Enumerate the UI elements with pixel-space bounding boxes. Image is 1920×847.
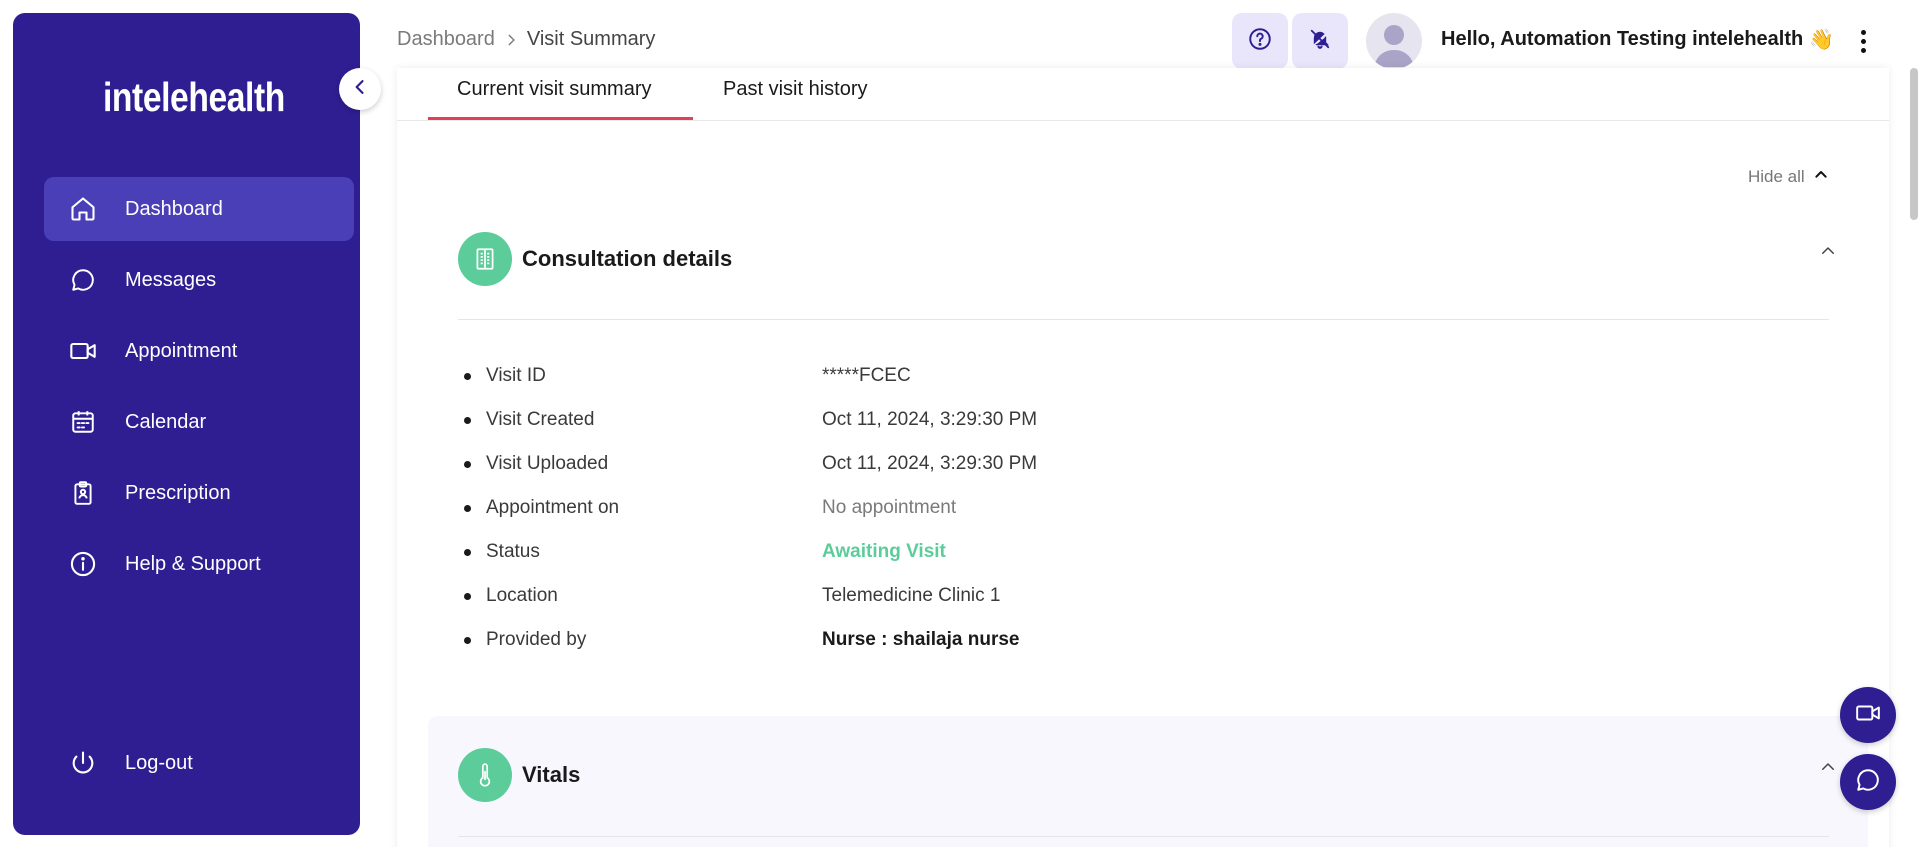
detail-row-visit-created: Visit Created Oct 11, 2024, 3:29:30 PM <box>464 398 1037 442</box>
sidebar-item-label: Help & Support <box>125 552 261 575</box>
chat-icon <box>68 265 98 295</box>
chat-button[interactable] <box>1840 754 1896 810</box>
breadcrumb: Dashboard Visit Summary <box>397 28 655 51</box>
video-call-button[interactable] <box>1840 687 1896 743</box>
thermometer-icon <box>458 748 512 802</box>
breadcrumb-dashboard-link[interactable]: Dashboard <box>397 28 495 51</box>
document-icon <box>458 232 512 286</box>
video-icon <box>68 336 98 366</box>
logout-button[interactable]: Log-out <box>44 732 354 794</box>
kebab-dot <box>1860 47 1866 53</box>
provided-by-value: Nurse : shailaja nurse <box>822 629 1020 650</box>
visit-created-value: Oct 11, 2024, 3:29:30 PM <box>822 409 1038 430</box>
bell-off-icon <box>1309 28 1331 55</box>
detail-row-provided-by: Provided by Nurse : shailaja nurse <box>464 618 1037 662</box>
chat-icon <box>1855 767 1881 798</box>
bullet <box>464 372 471 380</box>
vitals-collapse-toggle[interactable] <box>1817 758 1839 780</box>
sidebar-nav: Dashboard Messages Appointment Calendar … <box>44 177 354 603</box>
vitals-panel <box>428 716 1868 847</box>
visit-id-value: *****FCEC <box>822 365 911 386</box>
sidebar-item-label: Calendar <box>125 410 207 433</box>
detail-label: Visit ID <box>486 365 546 386</box>
collapse-sidebar-button[interactable] <box>339 68 381 110</box>
kebab-dot <box>1860 38 1866 44</box>
detail-row-location: Location Telemedicine Clinic 1 <box>464 574 1037 618</box>
sidebar: intelehealth Dashboard Messages Appointm… <box>13 13 360 835</box>
detail-label: Location <box>486 585 558 606</box>
visit-summary-card: Current visit summary Past visit history… <box>397 68 1889 847</box>
detail-label: Provided by <box>486 629 587 650</box>
video-icon <box>1855 700 1881 731</box>
bullet <box>464 504 471 512</box>
detail-row-status: Status Awaiting Visit <box>464 530 1037 574</box>
detail-label: Visit Created <box>486 409 595 430</box>
sidebar-item-label: Prescription <box>125 481 231 504</box>
chevron-left-icon <box>350 77 370 102</box>
sidebar-item-label: Appointment <box>125 339 238 362</box>
question-icon <box>1247 26 1273 57</box>
sidebar-item-prescription[interactable]: Prescription <box>44 461 354 525</box>
clipboard-icon <box>68 478 98 508</box>
more-options-button[interactable] <box>1850 26 1876 56</box>
sidebar-item-appointment[interactable]: Appointment <box>44 319 354 383</box>
visit-uploaded-value: Oct 11, 2024, 3:29:30 PM <box>822 453 1038 474</box>
detail-row-visit-uploaded: Visit Uploaded Oct 11, 2024, 3:29:30 PM <box>464 442 1037 486</box>
intelehealth-logo: intelehealth <box>103 74 285 120</box>
sidebar-item-help-support[interactable]: Help & Support <box>44 532 354 596</box>
bullet <box>464 460 471 468</box>
notifications-button[interactable] <box>1292 13 1348 69</box>
chevron-up-icon <box>1813 166 1829 187</box>
consultation-details-header[interactable]: Consultation details <box>458 232 732 286</box>
appointment-value: No appointment <box>822 497 957 518</box>
location-value: Telemedicine Clinic 1 <box>822 585 1001 606</box>
avatar[interactable] <box>1366 13 1422 69</box>
bullet <box>464 548 471 556</box>
sidebar-item-label: Messages <box>125 268 217 291</box>
user-greeting: Hello, Automation Testing intelehealth 👋 <box>1441 27 1834 52</box>
visit-tabs: Current visit summary Past visit history <box>397 68 1889 121</box>
active-tab-indicator <box>428 117 693 120</box>
section-divider <box>458 836 1829 837</box>
power-icon <box>68 748 98 778</box>
vitals-title: Vitals <box>522 762 581 787</box>
sidebar-item-dashboard[interactable]: Dashboard <box>44 177 354 241</box>
chevron-right-icon <box>504 33 518 47</box>
consultation-collapse-toggle[interactable] <box>1817 242 1839 264</box>
detail-row-appointment: Appointment on No appointment <box>464 486 1037 530</box>
kebab-dot <box>1860 29 1866 35</box>
detail-label: Appointment on <box>486 497 620 518</box>
consultation-details-title: Consultation details <box>522 246 733 271</box>
detail-label: Status <box>486 541 540 562</box>
bullet <box>464 416 471 424</box>
sidebar-item-messages[interactable]: Messages <box>44 248 354 312</box>
bullet <box>464 636 471 644</box>
vitals-header[interactable]: Vitals <box>458 748 580 802</box>
breadcrumb-current: Visit Summary <box>526 28 656 50</box>
logout-label: Log-out <box>125 751 193 774</box>
hide-all-label: Hide all <box>1748 166 1805 186</box>
page-scrollbar[interactable] <box>1910 68 1918 220</box>
chevron-up-icon <box>1819 758 1837 781</box>
tab-current-visit-summary[interactable]: Current visit summary <box>457 78 651 116</box>
waving-hand-icon: 👋 <box>1809 29 1835 51</box>
greeting-text: Hello, Automation Testing intelehealth <box>1441 28 1804 50</box>
consultation-details-list: Visit ID *****FCEC Visit Created Oct 11,… <box>464 354 1037 662</box>
sidebar-item-label: Dashboard <box>125 197 223 220</box>
bullet <box>464 592 471 600</box>
info-icon <box>68 549 98 579</box>
calendar-icon <box>68 407 98 437</box>
tab-past-visit-history[interactable]: Past visit history <box>723 78 867 101</box>
detail-label: Visit Uploaded <box>486 453 609 474</box>
hide-all-button[interactable]: Hide all <box>1748 166 1829 187</box>
chevron-up-icon <box>1819 242 1837 265</box>
sidebar-item-calendar[interactable]: Calendar <box>44 390 354 454</box>
detail-row-visit-id: Visit ID *****FCEC <box>464 354 1037 398</box>
status-badge: Awaiting Visit <box>822 541 946 562</box>
section-divider <box>458 319 1829 320</box>
help-button[interactable] <box>1232 13 1288 69</box>
home-icon <box>68 194 98 224</box>
